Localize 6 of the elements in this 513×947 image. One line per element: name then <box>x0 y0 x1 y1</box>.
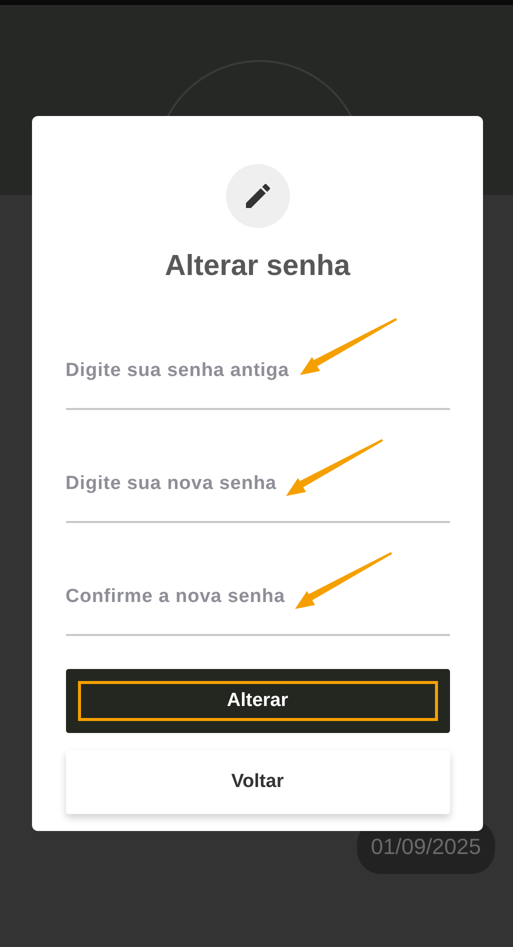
change-button[interactable]: Alterar <box>66 669 450 733</box>
password-field[interactable]: Digite sua nova senha <box>66 473 450 523</box>
back-button[interactable]: Voltar <box>66 750 450 814</box>
password-field[interactable]: Digite sua senha antiga <box>66 360 450 410</box>
password-field[interactable]: Confirme a nova senha <box>66 586 450 636</box>
dialog-title: Alterar senha <box>164 250 350 283</box>
